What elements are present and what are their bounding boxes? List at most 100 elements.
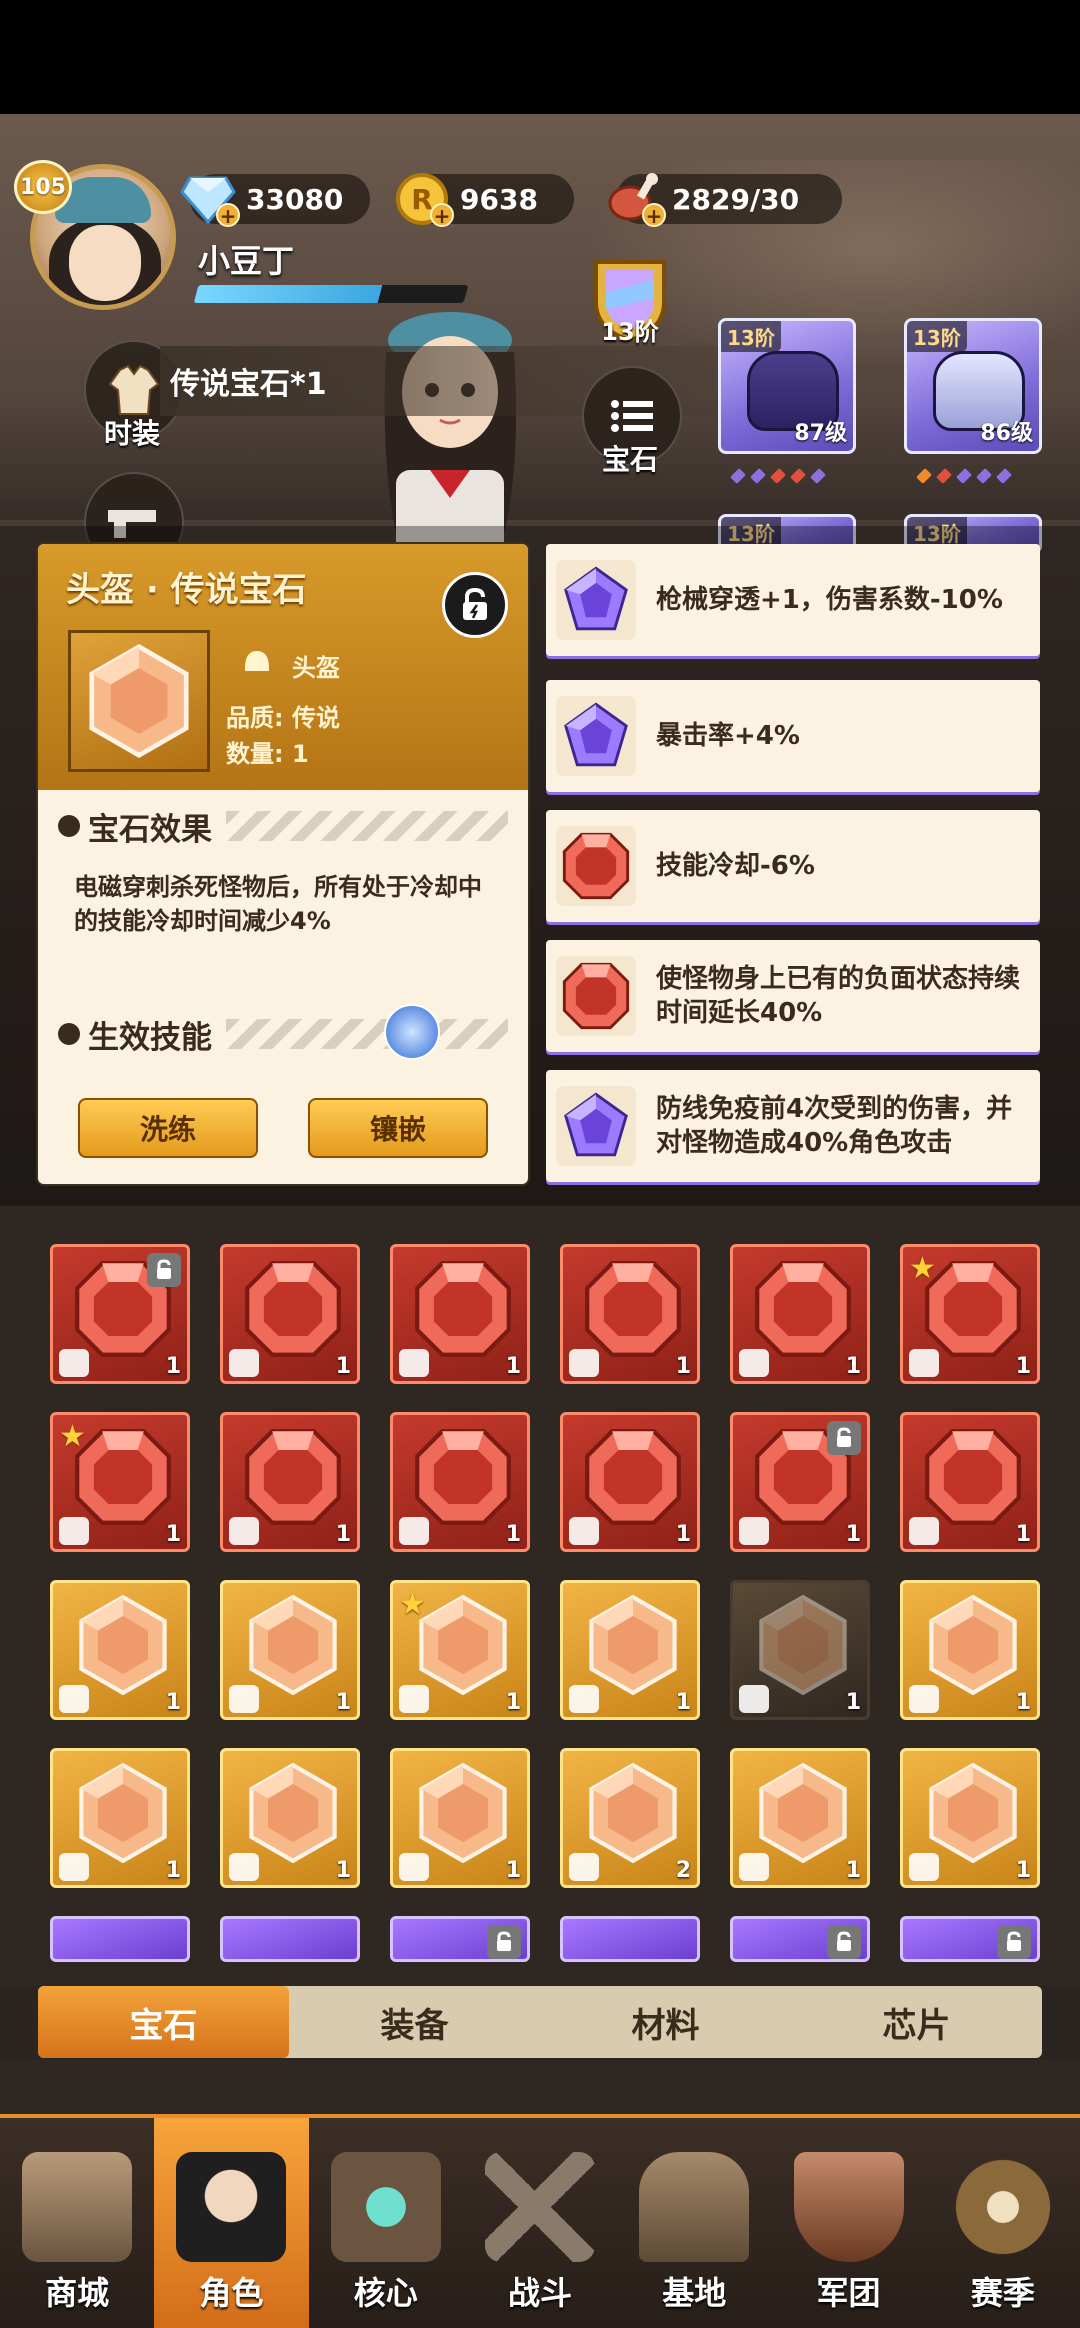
core-icon: [330, 2152, 441, 2262]
gem-inventory-cell[interactable]: 1: [390, 1244, 530, 1384]
gem-inventory-cell[interactable]: 1: [730, 1580, 870, 1720]
nav-base[interactable]: 基地: [617, 2118, 771, 2328]
gem-inventory-cell[interactable]: 1: [560, 1244, 700, 1384]
resource-gold[interactable]: R + 9638: [396, 173, 574, 227]
star-icon: ★: [399, 1587, 426, 1622]
effect-description: 电磁穿刺杀死怪物后，所有处于冷却中的技能冷却时间减少4%: [74, 873, 482, 935]
diamond-icon: +: [178, 169, 240, 229]
gem-inventory-cell[interactable]: 1: [900, 1412, 1040, 1552]
gem-inventory-cell[interactable]: 1: [50, 1244, 190, 1384]
lock-icon: [827, 1925, 861, 1959]
gem-inventory-cell[interactable]: 1: [220, 1580, 360, 1720]
inlay-button[interactable]: 镶嵌: [308, 1098, 488, 1158]
gem-inventory-cell[interactable]: 1: [560, 1412, 700, 1552]
gem-inventory-cell[interactable]: [900, 1916, 1040, 1962]
armor-slot-icon: [739, 1685, 769, 1713]
gem-inventory-cell[interactable]: [730, 1916, 870, 1962]
helmet-slot-icon: [229, 1349, 259, 1377]
nav-battle[interactable]: 战斗: [463, 2118, 617, 2328]
gem-inventory-cell[interactable]: 1: [900, 1748, 1040, 1888]
tab-gem[interactable]: 宝石: [38, 1986, 289, 2058]
add-diamond-button[interactable]: +: [216, 203, 240, 227]
gem-slot-dot: [996, 468, 1012, 484]
gold-gem-icon: [241, 1593, 345, 1697]
skill-icon[interactable]: [384, 1004, 440, 1060]
gold-gem-icon: [241, 1761, 345, 1865]
player-level-badge: 105: [14, 160, 72, 214]
gun-slot-icon: [59, 1517, 89, 1545]
section-bullet-icon: [58, 1023, 80, 1045]
resource-diamond[interactable]: + 33080: [180, 174, 370, 227]
legion-shield-icon: [793, 2152, 904, 2262]
effect-section-header: 宝石效果: [58, 798, 508, 854]
gem-slot-dot: [976, 468, 992, 484]
gem-inventory-cell[interactable]: 1: [50, 1580, 190, 1720]
gem-inventory-cell[interactable]: 1: [220, 1748, 360, 1888]
nav-character[interactable]: 角色: [154, 2118, 309, 2328]
tab-equipment[interactable]: 装备: [289, 1986, 540, 2058]
resource-stamina[interactable]: + 2829/30: [608, 173, 842, 227]
gem-inventory-cell[interactable]: 1: [220, 1244, 360, 1384]
gem-slot-dot: [790, 468, 806, 484]
lock-icon: [487, 1925, 521, 1959]
gem-inventory-cell[interactable]: 2: [560, 1748, 700, 1888]
gem-count: 1: [165, 1522, 181, 1547]
add-gold-button[interactable]: +: [430, 203, 454, 227]
gem-inventory-cell[interactable]: 1: [900, 1580, 1040, 1720]
gem-inventory-cell[interactable]: 1: [220, 1412, 360, 1552]
gem-inventory-cell[interactable]: 1: [390, 1748, 530, 1888]
gem-inventory-cell[interactable]: 1: [560, 1580, 700, 1720]
gem-inventory-cell[interactable]: [220, 1916, 360, 1962]
add-stamina-button[interactable]: +: [642, 203, 666, 227]
gun-slot-icon: [909, 1349, 939, 1377]
gear-card-helmet[interactable]: 13阶 87级: [718, 318, 856, 454]
reward-text: 传说宝石*1: [170, 367, 327, 402]
nav-shop[interactable]: 商城: [0, 2118, 154, 2328]
pants-slot-icon: [229, 1853, 259, 1881]
gem-inventory-cell[interactable]: 1: [730, 1748, 870, 1888]
gem-slot-dot: [956, 468, 972, 484]
gem-count: 1: [505, 1354, 521, 1379]
gem-inventory-cell[interactable]: 1 ★: [900, 1244, 1040, 1384]
refine-button[interactable]: 洗练: [78, 1098, 258, 1158]
gem-effect-text: 暴击率+4%: [656, 721, 800, 751]
gem-count: 1: [165, 1858, 181, 1883]
armor-slot-icon: [569, 1349, 599, 1377]
tier-label: 13阶: [601, 318, 659, 346]
red-gem-icon: [411, 1425, 515, 1529]
gem-inventory-cell[interactable]: 1: [50, 1748, 190, 1888]
tab-material[interactable]: 材料: [540, 1986, 791, 2058]
gem-inventory-cell[interactable]: 1: [730, 1412, 870, 1552]
lock-toggle-button[interactable]: [442, 572, 508, 638]
gold-gem-icon: [751, 1593, 855, 1697]
gem-inventory-cell[interactable]: 1: [390, 1412, 530, 1552]
stamina-value: 2829/30: [672, 182, 800, 216]
nav-legion[interactable]: 军团: [771, 2118, 925, 2328]
lock-icon: [147, 1253, 181, 1287]
gear-level: 86级: [980, 421, 1033, 446]
red-gem-icon: [751, 1257, 855, 1361]
gold-gem-icon: [581, 1593, 685, 1697]
gear-tier: 13阶: [721, 321, 781, 352]
gold-gem-icon: [921, 1761, 1025, 1865]
gem-count: 1: [675, 1690, 691, 1715]
skill-section-header: 生效技能: [58, 1006, 508, 1062]
gem-count: 1: [1015, 1858, 1031, 1883]
gem-inventory-cell[interactable]: 1: [730, 1244, 870, 1384]
gem-inventory-cell[interactable]: [50, 1916, 190, 1962]
gem-slot-dot: [770, 468, 786, 484]
gem-effect-text: 防线免疫前4次受到的伤害，并对怪物造成40%角色攻击: [656, 1094, 1013, 1158]
nav-core[interactable]: 核心: [309, 2118, 463, 2328]
gem-inventory-cell[interactable]: [560, 1916, 700, 1962]
gear-decoration: [0, 2060, 1080, 2114]
gold-gem-icon: [921, 1593, 1025, 1697]
nav-season[interactable]: 赛季: [926, 2118, 1080, 2328]
gem-inventory-cell[interactable]: 1 ★: [390, 1580, 530, 1720]
gear-card-armor[interactable]: 13阶 86级: [904, 318, 1042, 454]
gem-inventory-cell[interactable]: 1 ★: [50, 1412, 190, 1552]
tab-chip[interactable]: 芯片: [791, 1986, 1042, 2058]
helmet-slot-icon: [59, 1685, 89, 1713]
gem-inventory-cell[interactable]: [390, 1916, 530, 1962]
gem-effect-card: 枪械穿透+1，伤害系数-10%: [546, 544, 1040, 656]
gear-level: 87级: [794, 421, 847, 446]
